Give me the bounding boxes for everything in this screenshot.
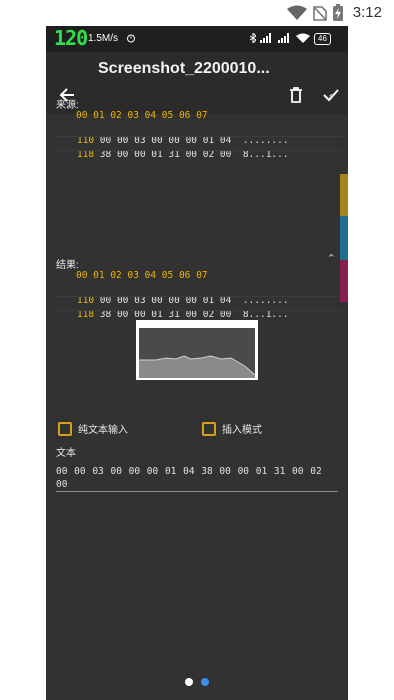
text-field-underline <box>56 491 338 492</box>
insert-mode-checkbox[interactable]: 插入模式 <box>202 421 262 436</box>
source-label: 来源: <box>56 100 79 111</box>
signal-2-icon <box>278 33 289 43</box>
row-divider <box>54 310 342 311</box>
result-label: 结果: <box>56 260 79 271</box>
alarm-icon <box>127 34 135 43</box>
page-indicator <box>185 678 209 686</box>
signal-icon <box>260 33 271 43</box>
battery-level: 46 <box>314 33 331 45</box>
insert-mode-label: 插入模式 <box>222 425 262 436</box>
side-marker-gold <box>340 174 348 216</box>
text-field-label: 文本 <box>56 448 76 459</box>
result-hex-header: 00 01 02 03 04 05 06 07 <box>76 270 208 281</box>
battery-charging-icon <box>332 4 343 21</box>
side-marker-magenta <box>340 260 348 302</box>
system-clock: 3:12 <box>352 4 382 21</box>
page-dot[interactable] <box>185 678 193 686</box>
no-sim-icon <box>312 5 327 21</box>
source-row-2[interactable]: 118 38 00 00 01 31 00 02 00 8...1... <box>54 138 289 171</box>
bluetooth-icon <box>250 33 256 43</box>
side-marker-blue <box>340 216 348 260</box>
wifi-icon <box>286 5 307 20</box>
checkbox-box[interactable] <box>58 421 72 436</box>
source-hex-header: 00 01 02 03 04 05 06 07 <box>76 110 208 121</box>
plain-text-input-label: 纯文本输入 <box>78 425 128 436</box>
overlay-counter: 120 <box>54 26 88 50</box>
network-speed: 1.5M/s <box>88 33 119 44</box>
plain-text-input-checkbox[interactable]: 纯文本输入 <box>58 421 128 436</box>
hex-text-input[interactable]: 00 00 03 00 00 00 01 04 38 00 00 01 31 0… <box>56 465 334 491</box>
row-divider <box>54 296 342 297</box>
checkbox-box[interactable] <box>202 421 216 436</box>
row-divider <box>54 150 342 151</box>
page-title: Screenshot_2200010... <box>98 60 270 77</box>
wifi-small-icon <box>296 33 310 43</box>
row-divider <box>54 136 342 137</box>
page-dot-active[interactable] <box>201 678 209 686</box>
delete-icon[interactable] <box>288 86 304 104</box>
system-status-bar: 3:12 <box>0 0 394 26</box>
inner-status-bar: 120 1.5M/s 46 <box>46 26 348 52</box>
collapse-chevron-icon[interactable]: ⌃ <box>327 252 336 265</box>
app-screen: 120 1.5M/s 46 Screenshot_2200010... 来源: … <box>46 26 348 700</box>
image-preview-thumbnail <box>136 320 258 380</box>
collapse-chevron-icon[interactable]: ⌃ <box>327 92 336 105</box>
